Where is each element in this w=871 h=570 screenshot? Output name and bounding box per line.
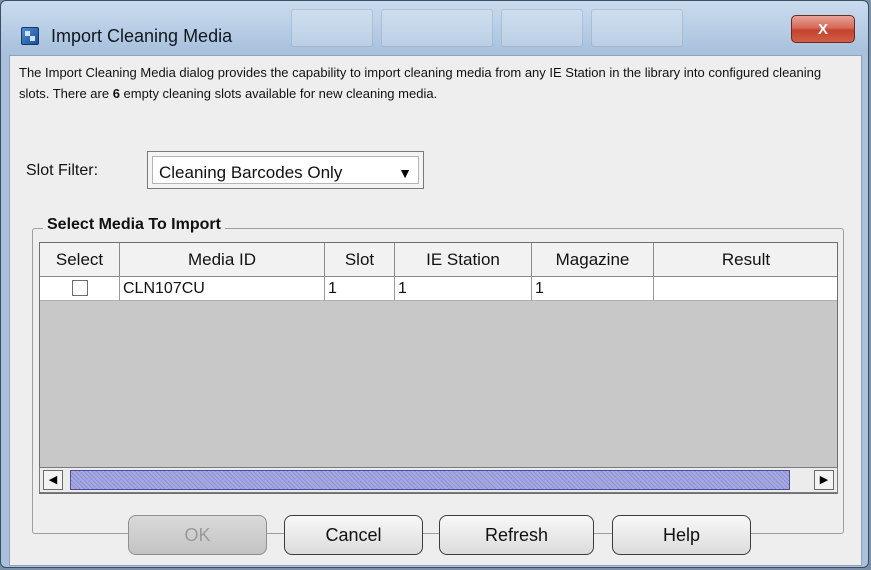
cancel-button[interactable]: Cancel — [284, 515, 423, 555]
media-id-cell: CLN107CU — [120, 277, 325, 301]
column-header-slot[interactable]: Slot — [325, 243, 395, 277]
column-header-media-id[interactable]: Media ID — [120, 243, 325, 277]
background-window-ghost — [501, 9, 583, 47]
scrollbar-thumb[interactable] — [70, 470, 790, 490]
select-checkbox[interactable] — [71, 280, 88, 296]
result-cell — [654, 277, 837, 301]
background-window-ghost — [381, 9, 493, 47]
slot-filter-field: Cleaning Barcodes Only ▼ — [152, 156, 419, 184]
select-cell — [40, 277, 120, 301]
import-cleaning-media-window: Import Cleaning Media X The Import Clean… — [0, 0, 869, 568]
slot-filter-label: Slot Filter: — [26, 162, 99, 179]
slot-cell: 1 — [325, 277, 395, 301]
scroll-left-button[interactable]: ◀ — [43, 470, 63, 490]
select-media-group-title: Select Media To Import — [43, 216, 225, 234]
media-table: Select Media ID Slot IE Station Magazine… — [39, 242, 838, 494]
slot-filter-dropdown[interactable]: Cleaning Barcodes Only ▼ — [147, 151, 424, 189]
table-header: Select Media ID Slot IE Station Magazine… — [40, 243, 837, 277]
title-bar[interactable]: Import Cleaning Media X — [1, 1, 870, 53]
column-header-magazine[interactable]: Magazine — [532, 243, 654, 277]
scroll-right-button[interactable]: ▶ — [814, 470, 834, 490]
close-button[interactable]: X — [791, 15, 855, 43]
window-title: Import Cleaning Media — [51, 26, 233, 46]
table-row[interactable]: CLN107CU 1 1 1 — [40, 277, 837, 301]
dialog-description: The Import Cleaning Media dialog provide… — [19, 62, 855, 104]
horizontal-scrollbar[interactable]: ◀ ▶ — [39, 467, 838, 493]
app-window-icon — [21, 27, 39, 45]
triangle-left-icon: ◀ — [48, 474, 58, 486]
column-header-select[interactable]: Select — [40, 243, 120, 277]
close-icon: X — [817, 21, 828, 38]
magazine-cell: 1 — [532, 277, 654, 301]
background-window-ghost — [591, 9, 683, 47]
column-header-result[interactable]: Result — [654, 243, 837, 277]
slot-filter-value: Cleaning Barcodes Only — [159, 163, 343, 182]
dialog-content: The Import Cleaning Media dialog provide… — [9, 55, 862, 566]
description-text-end: empty cleaning slots available for new c… — [119, 86, 438, 101]
triangle-right-icon: ▶ — [819, 474, 829, 486]
help-button[interactable]: Help — [612, 515, 751, 555]
refresh-button[interactable]: Refresh — [439, 515, 594, 555]
empty-slot-count: 6 — [112, 86, 120, 101]
background-window-ghost — [291, 9, 373, 47]
column-header-ie-station[interactable]: IE Station — [395, 243, 532, 277]
triangle-down-icon: ▼ — [398, 165, 412, 181]
ie-station-cell: 1 — [395, 277, 532, 301]
ok-button[interactable]: OK — [128, 515, 267, 555]
